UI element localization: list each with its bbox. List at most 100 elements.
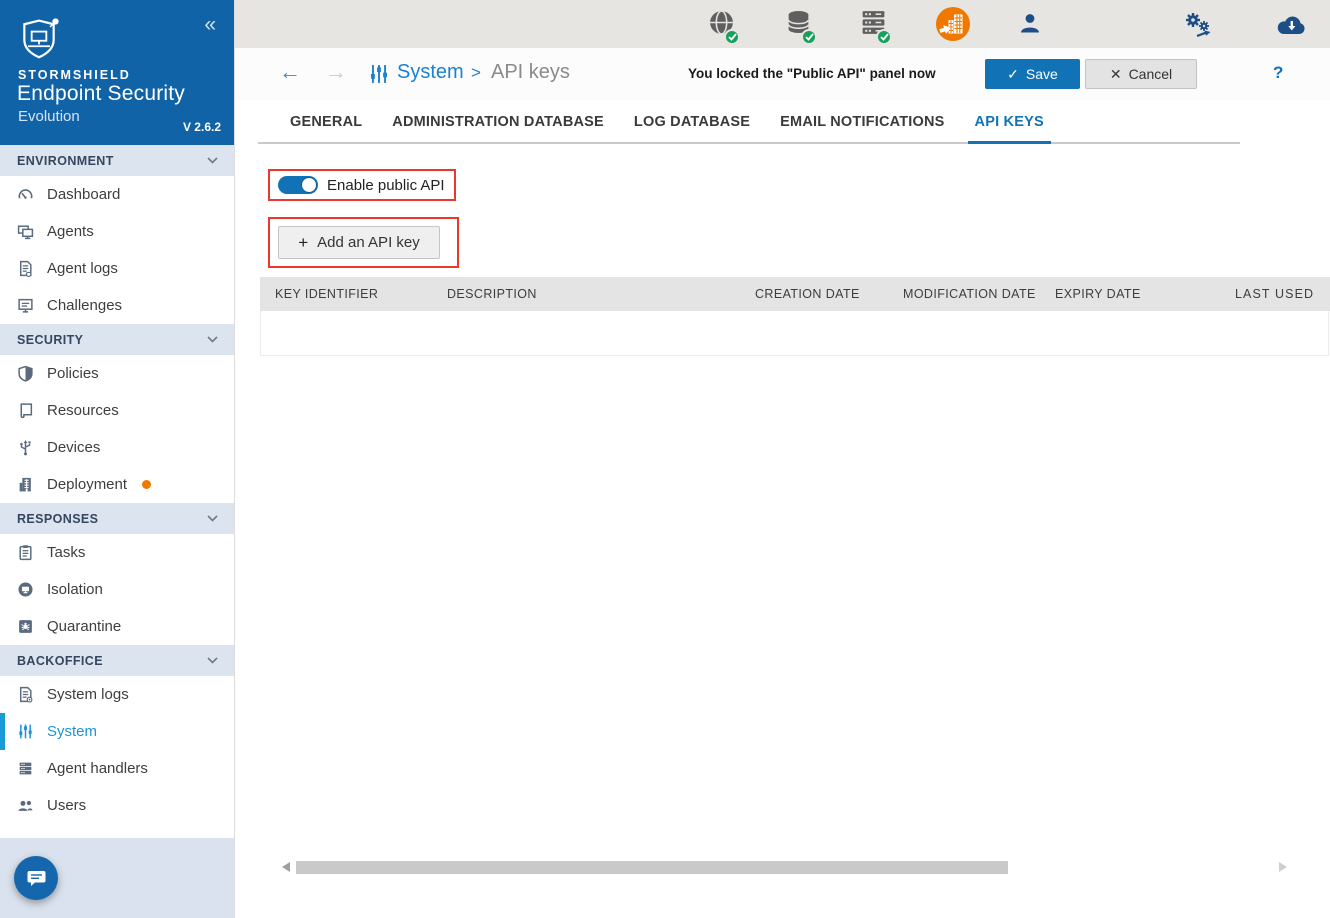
save-button[interactable]: ✓ Save bbox=[985, 59, 1080, 89]
column-header-last-used[interactable]: LAST USED bbox=[1235, 277, 1314, 311]
sidebar-item-label: Users bbox=[47, 797, 86, 814]
plus-icon: + bbox=[298, 233, 308, 253]
sidebar-item-isolation[interactable]: Isolation bbox=[0, 571, 234, 608]
sidebar-item-tasks[interactable]: Tasks bbox=[0, 534, 234, 571]
column-header-description[interactable]: DESCRIPTION bbox=[447, 277, 537, 311]
breadcrumb-page: API keys bbox=[491, 61, 570, 84]
enable-public-api-row: Enable public API bbox=[278, 176, 445, 194]
section-label: ENVIRONMENT bbox=[17, 154, 114, 168]
chevron-down-icon bbox=[207, 157, 218, 164]
nav-back-arrow[interactable]: ← bbox=[279, 59, 301, 85]
quarantine-icon bbox=[17, 618, 34, 635]
sidebar-item-agents[interactable]: Agents bbox=[0, 213, 234, 250]
sidebar: « STORMSHIELD Endpoint Security Evolutio… bbox=[0, 0, 235, 918]
sidebar-item-label: Policies bbox=[47, 365, 99, 382]
users-icon bbox=[17, 797, 34, 814]
sidebar-section-environment[interactable]: ENVIRONMENT bbox=[0, 145, 234, 176]
chat-bubble-icon bbox=[26, 869, 47, 888]
policies-icon bbox=[17, 365, 34, 382]
tab-log-database[interactable]: LOG DATABASE bbox=[634, 100, 750, 142]
deployment-icon bbox=[17, 476, 34, 493]
add-api-key-label: Add an API key bbox=[317, 234, 420, 251]
services-gears-icon[interactable] bbox=[1183, 10, 1213, 43]
section-label: RESPONSES bbox=[17, 512, 98, 526]
server-ok-icon[interactable] bbox=[859, 8, 888, 42]
column-header-key-identifier[interactable]: KEY IDENTIFIER bbox=[275, 277, 378, 311]
sidebar-item-challenges[interactable]: Challenges bbox=[0, 287, 234, 324]
h-scrollbar-left-arrow[interactable] bbox=[282, 862, 290, 872]
active-item-indicator bbox=[0, 713, 5, 750]
cancel-button-label: Cancel bbox=[1129, 66, 1173, 82]
settings-tabs: GENERAL ADMINISTRATION DATABASE LOG DATA… bbox=[258, 100, 1240, 144]
sidebar-item-devices[interactable]: Devices bbox=[0, 429, 234, 466]
help-button[interactable]: ? bbox=[1273, 63, 1283, 83]
cloud-sync-icon[interactable] bbox=[1275, 12, 1308, 41]
h-scrollbar-right-arrow[interactable] bbox=[1279, 862, 1287, 872]
breadcrumb-bar: ← → System > API keys You locked the "Pu… bbox=[235, 48, 1330, 100]
section-label: SECURITY bbox=[17, 333, 83, 347]
brand-version: V 2.6.2 bbox=[183, 120, 221, 134]
system-sliders-icon bbox=[368, 63, 390, 85]
section-label: BACKOFFICE bbox=[17, 654, 103, 668]
user-icon[interactable] bbox=[1017, 11, 1043, 42]
enable-public-api-toggle[interactable] bbox=[278, 176, 318, 194]
enable-public-api-label: Enable public API bbox=[327, 177, 445, 194]
deployment-alert-dot bbox=[142, 480, 151, 489]
cancel-button[interactable]: ✕ Cancel bbox=[1085, 59, 1197, 89]
x-icon: ✕ bbox=[1110, 66, 1122, 83]
challenges-icon bbox=[17, 297, 34, 314]
chevron-down-icon bbox=[207, 657, 218, 664]
sidebar-item-dashboard[interactable]: Dashboard bbox=[0, 176, 234, 213]
sidebar-item-label: Isolation bbox=[47, 581, 103, 598]
sidebar-item-users[interactable]: Users bbox=[0, 787, 234, 824]
sidebar-collapse-icon[interactable]: « bbox=[204, 14, 216, 35]
dashboard-icon bbox=[17, 186, 34, 203]
isolation-icon bbox=[17, 581, 34, 598]
devices-icon bbox=[17, 439, 34, 456]
breadcrumb-separator: > bbox=[471, 63, 481, 83]
tab-api-keys[interactable]: API KEYS bbox=[975, 100, 1044, 142]
check-icon: ✓ bbox=[1007, 66, 1019, 83]
sidebar-item-label: Devices bbox=[47, 439, 100, 456]
sidebar-section-security[interactable]: SECURITY bbox=[0, 324, 234, 355]
sidebar-item-resources[interactable]: Resources bbox=[0, 392, 234, 429]
sidebar-item-deployment[interactable]: Deployment bbox=[0, 466, 234, 503]
status-ok-badge bbox=[724, 29, 740, 45]
sidebar-item-label: Dashboard bbox=[47, 186, 120, 203]
tab-email-notifications[interactable]: EMAIL NOTIFICATIONS bbox=[780, 100, 944, 142]
brand-product: Endpoint Security bbox=[17, 82, 185, 106]
sidebar-footer bbox=[0, 838, 234, 918]
tab-administration-database[interactable]: ADMINISTRATION DATABASE bbox=[392, 100, 604, 142]
column-header-creation-date[interactable]: CREATION DATE bbox=[755, 277, 860, 311]
brand-name: STORMSHIELD bbox=[18, 68, 131, 82]
environment-deploy-icon[interactable] bbox=[935, 6, 971, 47]
database-ok-icon[interactable] bbox=[784, 8, 813, 42]
tasks-icon bbox=[17, 544, 34, 561]
status-ok-badge bbox=[876, 29, 892, 45]
nav-forward-arrow[interactable]: → bbox=[325, 59, 347, 85]
column-header-expiry-date[interactable]: EXPIRY DATE bbox=[1055, 277, 1141, 311]
sidebar-item-agent-logs[interactable]: Agent logs bbox=[0, 250, 234, 287]
chevron-down-icon bbox=[207, 515, 218, 522]
sidebar-section-backoffice[interactable]: BACKOFFICE bbox=[0, 645, 234, 676]
main-area: ← → System > API keys You locked the "Pu… bbox=[235, 0, 1330, 918]
resources-icon bbox=[17, 402, 34, 419]
globe-ok-icon[interactable] bbox=[707, 8, 736, 42]
sidebar-item-agent-handlers[interactable]: Agent handlers bbox=[0, 750, 234, 787]
tab-general[interactable]: GENERAL bbox=[290, 100, 362, 142]
add-api-key-button[interactable]: + Add an API key bbox=[278, 226, 440, 259]
sidebar-item-quarantine[interactable]: Quarantine bbox=[0, 608, 234, 645]
sidebar-item-label: Quarantine bbox=[47, 618, 121, 635]
h-scrollbar-thumb[interactable] bbox=[296, 861, 1008, 874]
sidebar-item-label: Deployment bbox=[47, 476, 127, 493]
sidebar-section-responses[interactable]: RESPONSES bbox=[0, 503, 234, 534]
breadcrumb-section[interactable]: System bbox=[397, 61, 464, 84]
sidebar-item-policies[interactable]: Policies bbox=[0, 355, 234, 392]
column-header-modification-date[interactable]: MODIFICATION DATE bbox=[903, 277, 1036, 311]
sidebar-item-system-logs[interactable]: System logs bbox=[0, 676, 234, 713]
sidebar-item-label: Agents bbox=[47, 223, 94, 240]
chat-button[interactable] bbox=[14, 856, 58, 900]
save-button-label: Save bbox=[1026, 66, 1058, 82]
sidebar-item-system[interactable]: System bbox=[0, 713, 234, 750]
brand-edition: Evolution bbox=[18, 108, 80, 125]
